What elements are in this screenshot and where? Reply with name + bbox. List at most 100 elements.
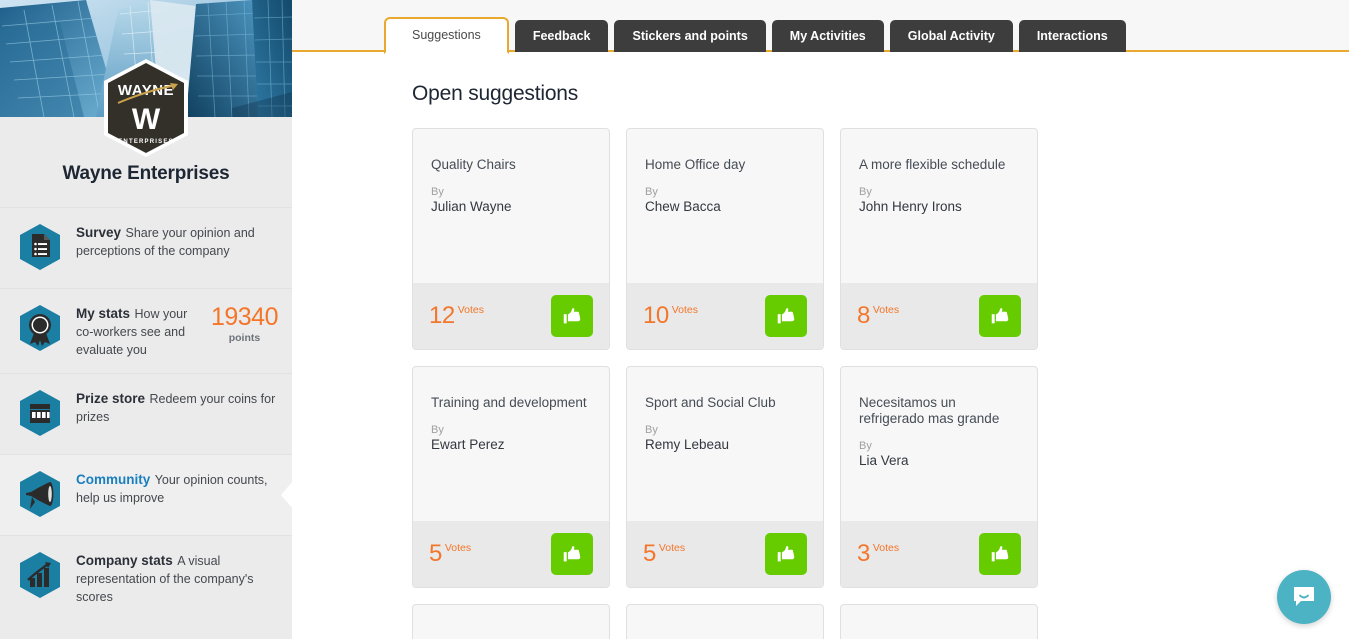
suggestion-card[interactable]: Necesitamos un refrigerado mas grande By… xyxy=(840,366,1038,588)
card-by-label: By xyxy=(431,186,444,199)
suggestion-card[interactable]: A more flexible schedule By John Henry I… xyxy=(840,128,1038,350)
sidebar-item-my-stats[interactable]: My stats How your co-workers see and eva… xyxy=(0,288,292,373)
sidebar: WAYNE W ENTERPRISES Wayne Enterprises Su… xyxy=(0,0,292,639)
vote-count-group: 12 Votes xyxy=(429,304,484,328)
thumbs-up-icon xyxy=(777,308,795,324)
sidebar-nav: Survey Share your opinion and perception… xyxy=(0,207,292,620)
suggestion-card[interactable]: Home Office day By Chew Bacca 10 Votes xyxy=(626,128,824,350)
page-title: Open suggestions xyxy=(412,82,579,105)
card-title: Quality Chairs xyxy=(431,157,516,172)
card-footer: 12 Votes xyxy=(413,283,609,349)
thumbs-up-icon xyxy=(563,546,581,562)
card-title: A more flexible schedule xyxy=(859,157,1006,172)
thumbs-up-icon xyxy=(991,546,1009,562)
vote-count-label: Votes xyxy=(457,304,484,317)
card-author: John Henry Irons xyxy=(859,198,962,214)
card-body: Training and development By Ewart Perez xyxy=(413,367,609,521)
svg-text:ENTERPRISES: ENTERPRISES xyxy=(118,139,174,145)
vote-count-label: Votes xyxy=(444,542,472,555)
chat-launcher-button[interactable] xyxy=(1277,570,1331,624)
store-shop-icon xyxy=(16,388,64,440)
card-title: Sport and Social Club xyxy=(645,395,776,410)
sidebar-item-community[interactable]: Community Your opinion counts, help us i… xyxy=(0,454,292,535)
card-title: Training and development xyxy=(431,395,587,410)
wayne-enterprises-hex-logo: WAYNE W ENTERPRISES xyxy=(104,59,188,157)
tab-feedback[interactable]: Feedback xyxy=(514,20,609,52)
sidebar-item-text: Prize store Redeem your coins for prizes xyxy=(76,388,278,426)
vote-button[interactable] xyxy=(551,533,593,575)
points-badge: 19340 points xyxy=(205,303,279,345)
main-content: Suggestions Feedback Stickers and points… xyxy=(292,0,1349,639)
company-name: Wayne Enterprises xyxy=(62,163,230,184)
sidebar-item-label: Community xyxy=(76,472,151,487)
card-footer: 10 Votes xyxy=(627,283,823,349)
card-footer: 8 Votes xyxy=(841,283,1037,349)
vote-count: 8 xyxy=(857,302,870,330)
tab-interactions[interactable]: Interactions xyxy=(1018,20,1126,52)
bar-chart-growth-icon xyxy=(16,550,64,602)
card-footer: 5 Votes xyxy=(413,521,609,587)
card-footer: 3 Votes xyxy=(841,521,1037,587)
sidebar-item-survey[interactable]: Survey Share your opinion and perception… xyxy=(0,207,292,288)
tab-bar: Suggestions Feedback Stickers and points… xyxy=(292,0,1349,54)
card-by-label: By xyxy=(859,186,872,199)
tab-global-activity[interactable]: Global Activity xyxy=(889,20,1013,52)
tab-my-activities[interactable]: My Activities xyxy=(771,20,884,52)
suggestion-card[interactable] xyxy=(626,604,824,639)
app-root: WAYNE W ENTERPRISES Wayne Enterprises Su… xyxy=(0,0,1349,639)
vote-button[interactable] xyxy=(979,295,1021,337)
sidebar-item-prize-store[interactable]: Prize store Redeem your coins for prizes xyxy=(0,373,292,454)
megaphone-icon xyxy=(16,469,64,521)
sidebar-item-text: Survey Share your opinion and perception… xyxy=(76,222,278,260)
sidebar-item-label: My stats xyxy=(76,306,131,321)
card-body: Home Office day By Chew Bacca xyxy=(627,129,823,283)
card-body: Necesitamos un refrigerado mas grande By… xyxy=(841,367,1037,521)
card-author: Ewart Perez xyxy=(431,436,505,452)
vote-count: 5 xyxy=(643,540,656,568)
suggestion-card[interactable]: Quality Chairs By Julian Wayne 12 Votes xyxy=(412,128,610,350)
sidebar-item-label: Prize store xyxy=(76,391,146,406)
vote-count-group: 3 Votes xyxy=(857,542,900,566)
vote-count-label: Votes xyxy=(872,542,900,555)
card-author: Chew Bacca xyxy=(645,198,721,214)
tab-suggestions[interactable]: Suggestions xyxy=(384,17,509,54)
vote-button[interactable] xyxy=(979,533,1021,575)
card-by-label: By xyxy=(431,424,444,437)
svg-text:W: W xyxy=(132,103,161,136)
vote-count-label: Votes xyxy=(658,542,686,555)
vote-button[interactable] xyxy=(765,295,807,337)
card-title: Home Office day xyxy=(645,157,746,172)
vote-count: 5 xyxy=(429,540,442,568)
card-author: Remy Lebeau xyxy=(645,436,730,452)
card-body: Quality Chairs By Julian Wayne xyxy=(413,129,609,283)
vote-count-label: Votes xyxy=(671,304,698,317)
active-item-pointer xyxy=(281,481,292,509)
vote-count-label: Votes xyxy=(872,304,900,317)
vote-button[interactable] xyxy=(551,295,593,337)
vote-count-group: 5 Votes xyxy=(429,540,472,568)
vote-button[interactable] xyxy=(765,533,807,575)
card-title: Necesitamos un refrigerado mas grande xyxy=(859,395,1000,427)
card-by-label: By xyxy=(645,424,658,437)
sidebar-item-label: Company stats xyxy=(76,553,173,568)
points-label: points xyxy=(228,332,261,344)
survey-document-icon xyxy=(16,222,64,274)
suggestion-card[interactable]: Training and development By Ewart Perez … xyxy=(412,366,610,588)
card-author: Julian Wayne xyxy=(431,198,512,214)
suggestions-grid: Quality Chairs By Julian Wayne 12 Votes xyxy=(412,128,1056,639)
suggestion-card[interactable]: Sport and Social Club By Remy Lebeau 5 V… xyxy=(626,366,824,588)
tab-stickers-and-points[interactable]: Stickers and points xyxy=(614,20,766,52)
chat-bubble-smile-icon xyxy=(1294,587,1314,606)
sidebar-item-company-stats[interactable]: Company stats A visual representation of… xyxy=(0,535,292,620)
thumbs-up-icon xyxy=(777,546,795,562)
suggestion-card[interactable] xyxy=(412,604,610,639)
vote-count-group: 5 Votes xyxy=(643,540,686,568)
card-by-label: By xyxy=(645,186,658,199)
suggestion-card[interactable] xyxy=(840,604,1038,639)
card-author: Lia Vera xyxy=(859,453,909,469)
vote-count: 10 xyxy=(643,302,669,330)
sidebar-item-text: My stats How your co-workers see and eva… xyxy=(76,303,205,359)
vote-count-group: 8 Votes xyxy=(857,302,900,330)
thumbs-up-icon xyxy=(563,308,581,324)
card-body: A more flexible schedule By John Henry I… xyxy=(841,129,1037,283)
